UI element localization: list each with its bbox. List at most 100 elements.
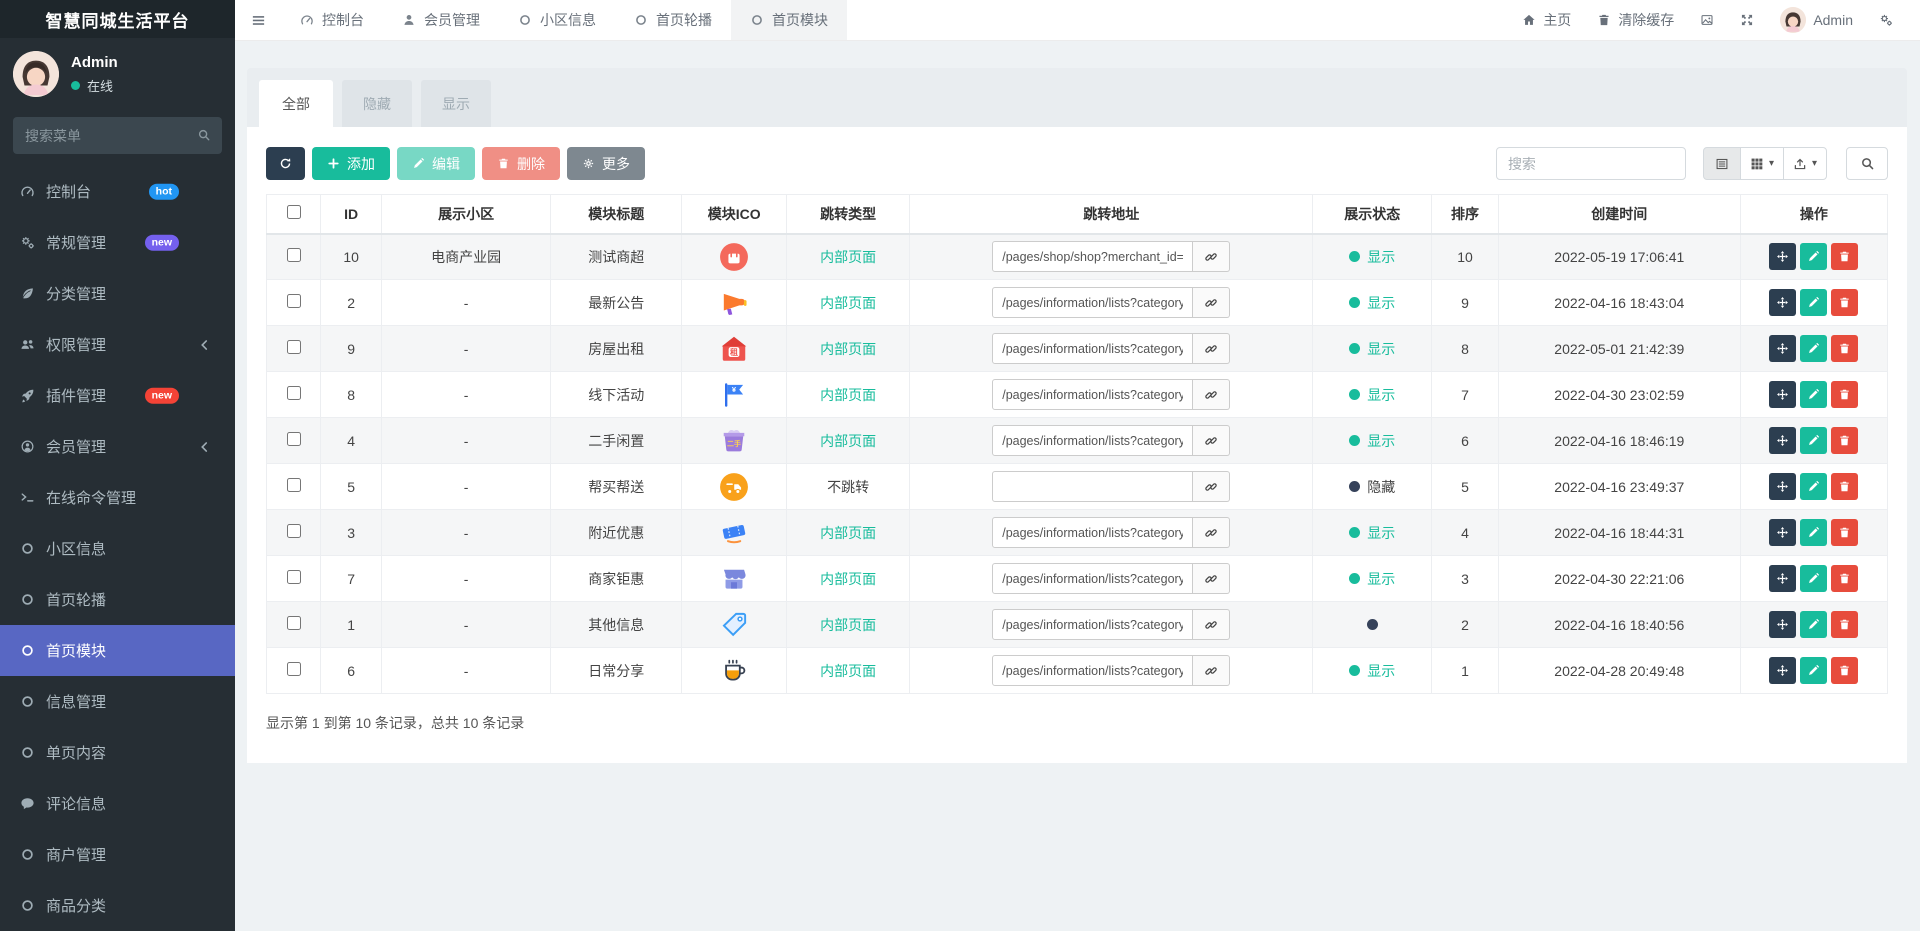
drag-sort-button[interactable]	[1769, 657, 1797, 684]
nav-tab-会员管理[interactable]: 会员管理	[383, 0, 499, 40]
sidebar-item-信息管理[interactable]: 信息管理	[0, 676, 235, 727]
jump-url-input[interactable]	[992, 655, 1194, 686]
edit-row-button[interactable]	[1800, 611, 1828, 638]
row-checkbox[interactable]	[286, 616, 301, 630]
delete-row-button[interactable]	[1831, 289, 1859, 316]
sidebar-item-单页内容[interactable]: 单页内容	[0, 727, 235, 778]
edit-row-button[interactable]	[1800, 565, 1828, 592]
detail-view-button[interactable]	[1702, 147, 1741, 180]
drag-sort-button[interactable]	[1769, 611, 1797, 638]
sidebar-item-小区信息[interactable]: 小区信息	[0, 523, 235, 574]
edit-row-button[interactable]	[1800, 519, 1828, 546]
status-badge[interactable]: 显示	[1349, 569, 1395, 589]
edit-row-button[interactable]	[1800, 657, 1828, 684]
export-button[interactable]: ▾	[1782, 147, 1827, 180]
link-button[interactable]	[1193, 655, 1231, 686]
status-badge[interactable]: 显示	[1349, 385, 1395, 405]
home-link[interactable]: 主页	[1509, 0, 1584, 40]
sidebar-search-input[interactable]	[13, 117, 222, 154]
status-badge[interactable]: 显示	[1349, 339, 1395, 359]
link-button[interactable]	[1193, 425, 1231, 456]
table-row[interactable]: 8-线下活动 ¥ 内部页面 显示 72022-04-30 23:02:59	[265, 371, 1889, 418]
delete-row-button[interactable]	[1831, 565, 1859, 592]
status-badge[interactable]: 显示	[1349, 431, 1395, 451]
sidebar-item-权限管理[interactable]: 权限管理	[0, 319, 235, 370]
jump-url-input[interactable]	[992, 333, 1194, 364]
delete-row-button[interactable]	[1831, 473, 1859, 500]
add-button[interactable]: 添加	[312, 147, 390, 180]
sidebar-toggle-button[interactable]	[235, 0, 281, 40]
status-badge[interactable]	[1366, 618, 1378, 630]
delete-row-button[interactable]	[1831, 611, 1859, 638]
status-badge[interactable]: 显示	[1349, 247, 1395, 267]
nav-tab-首页模块[interactable]: 首页模块	[731, 0, 847, 40]
edit-row-button[interactable]	[1800, 381, 1828, 408]
sidebar-item-分类管理[interactable]: 分类管理	[0, 268, 235, 319]
language-button[interactable]	[1687, 0, 1727, 40]
sidebar-item-首页轮播[interactable]: 首页轮播	[0, 574, 235, 625]
drag-sort-button[interactable]	[1769, 335, 1797, 362]
filter-tab-显示[interactable]: 显示	[421, 80, 491, 127]
row-checkbox[interactable]	[286, 524, 301, 538]
edit-row-button[interactable]	[1800, 473, 1828, 500]
status-badge[interactable]: 显示	[1349, 661, 1395, 681]
edit-row-button[interactable]	[1800, 243, 1828, 271]
table-row[interactable]: 2-最新公告 内部页面 显示 92022-04-16 18:43:04	[265, 279, 1889, 326]
more-button[interactable]: 更多	[567, 147, 645, 180]
row-checkbox[interactable]	[286, 478, 301, 492]
link-button[interactable]	[1193, 517, 1231, 548]
link-button[interactable]	[1193, 241, 1231, 273]
status-badge[interactable]: 显示	[1349, 523, 1395, 543]
delete-row-button[interactable]	[1831, 243, 1859, 271]
jump-url-input[interactable]	[992, 287, 1194, 318]
select-all-checkbox[interactable]	[286, 205, 301, 220]
jump-url-input[interactable]	[992, 241, 1194, 273]
jump-url-input[interactable]	[992, 379, 1194, 410]
table-row[interactable]: 7-商家钜惠 内部页面 显示 32022-04-30 22:21:06	[265, 555, 1889, 602]
admin-menu[interactable]: Admin	[1767, 0, 1866, 40]
link-button[interactable]	[1193, 287, 1231, 318]
status-badge[interactable]: 隐藏	[1349, 477, 1395, 497]
drag-sort-button[interactable]	[1769, 473, 1797, 500]
delete-row-button[interactable]	[1831, 427, 1859, 454]
table-row[interactable]: 5- 帮买帮送 不跳转 隐藏 5 2022-04-16 23:49:37	[265, 463, 1889, 510]
jump-url-input[interactable]	[992, 471, 1194, 502]
nav-tab-小区信息[interactable]: 小区信息	[499, 0, 615, 40]
drag-sort-button[interactable]	[1769, 243, 1797, 271]
sidebar-item-评论信息[interactable]: 评论信息	[0, 778, 235, 829]
link-button[interactable]	[1193, 609, 1231, 640]
edit-row-button[interactable]	[1800, 427, 1828, 454]
jump-url-input[interactable]	[992, 425, 1194, 456]
table-row[interactable]: 1-其他信息 内部页面 22022-04-16 18:40:56	[265, 601, 1889, 648]
drag-sort-button[interactable]	[1769, 381, 1797, 408]
sidebar-item-会员管理[interactable]: 会员管理	[0, 421, 235, 472]
status-badge[interactable]: 显示	[1349, 293, 1395, 313]
edit-row-button[interactable]	[1800, 335, 1828, 362]
table-row[interactable]: 9-房屋出租 租 内部页面 显示 82022-05-01 21:42:39	[265, 325, 1889, 372]
filter-tab-隐藏[interactable]: 隐藏	[342, 80, 412, 127]
table-row[interactable]: 10电商产业园测试商超内部页面显示102022-05-19 17:06:41	[265, 233, 1889, 280]
sidebar-item-常规管理[interactable]: 常规管理 new	[0, 217, 235, 268]
sidebar-item-控制台[interactable]: 控制台 hot	[0, 166, 235, 217]
row-checkbox[interactable]	[286, 294, 301, 308]
delete-row-button[interactable]	[1831, 519, 1859, 546]
sidebar-item-插件管理[interactable]: 插件管理 new	[0, 370, 235, 421]
settings-button[interactable]	[1866, 0, 1906, 40]
delete-button[interactable]: 删除	[482, 147, 560, 180]
row-checkbox[interactable]	[286, 340, 301, 354]
row-checkbox[interactable]	[286, 662, 301, 676]
drag-sort-button[interactable]	[1769, 289, 1797, 316]
delete-row-button[interactable]	[1831, 335, 1859, 362]
nav-tab-首页轮播[interactable]: 首页轮播	[615, 0, 731, 40]
sidebar-item-商户管理[interactable]: 商户管理	[0, 829, 235, 880]
edit-button[interactable]: 编辑	[397, 147, 475, 180]
jump-url-input[interactable]	[992, 517, 1194, 548]
table-row[interactable]: 6-日常分享 内部页面 显示 12022-04-28 20:49:48	[265, 647, 1889, 694]
drag-sort-button[interactable]	[1769, 565, 1797, 592]
jump-url-input[interactable]	[992, 563, 1194, 594]
nav-tab-控制台[interactable]: 控制台	[281, 0, 383, 40]
link-button[interactable]	[1193, 379, 1231, 410]
row-checkbox[interactable]	[286, 386, 301, 400]
refresh-button[interactable]	[266, 147, 305, 180]
edit-row-button[interactable]	[1800, 289, 1828, 316]
